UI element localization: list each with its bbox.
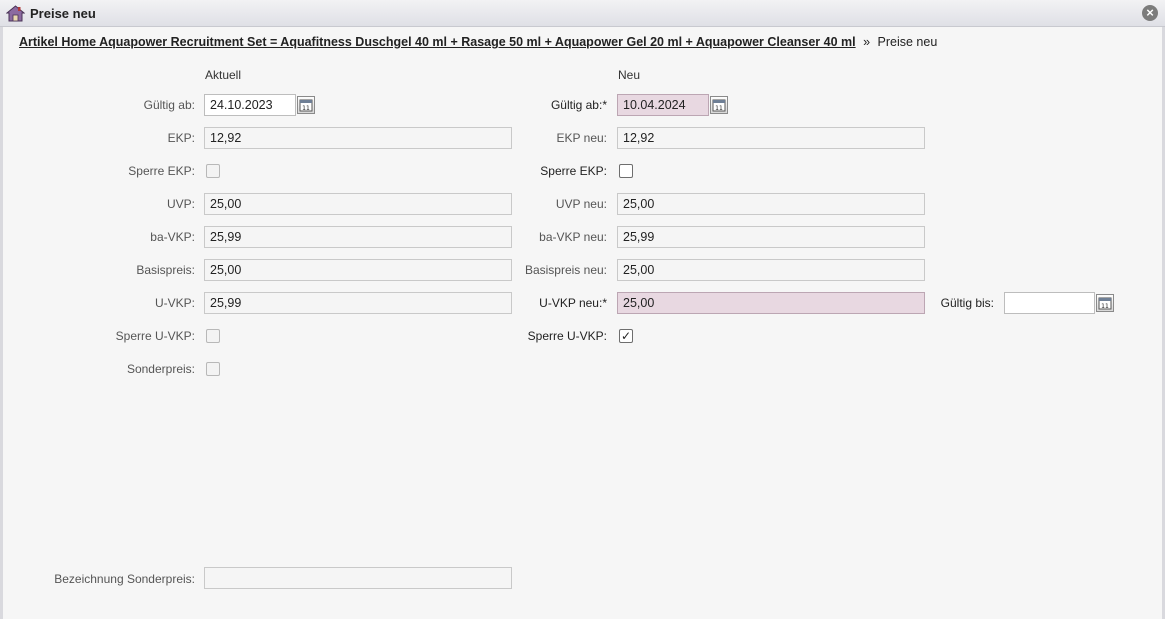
- new-basis-label: Basispreis neu:: [524, 263, 607, 277]
- breadcrumb-current: Preise neu: [877, 35, 938, 49]
- new-bavkp-field: 25,99: [617, 226, 925, 248]
- new-valid-from-field[interactable]: 10.04.2024: [617, 94, 709, 116]
- current-valid-from-field[interactable]: 24.10.2023: [204, 94, 296, 116]
- calendar-icon: 11: [1098, 297, 1112, 310]
- calendar-icon: 11: [299, 99, 313, 112]
- new-lock-uvkp-checkbox[interactable]: ✓: [619, 329, 633, 343]
- special-price-name-field: [204, 567, 512, 589]
- house-icon: [6, 5, 25, 22]
- new-ekp-field: 12,92: [617, 127, 925, 149]
- window-title: Preise neu: [30, 6, 96, 21]
- current-bavkp-label: ba-VKP:: [150, 230, 195, 244]
- valid-to-field[interactable]: [1004, 292, 1095, 314]
- current-uvkp-label: U-VKP:: [154, 296, 195, 310]
- current-uvp-label: UVP:: [166, 197, 195, 211]
- new-valid-from-label: Gültig ab:*: [550, 98, 607, 112]
- new-lock-uvkp-label: Sperre U-VKP:: [527, 329, 607, 343]
- new-bavkp-label: ba-VKP neu:: [539, 230, 607, 244]
- current-lock-ekp-label: Sperre EKP:: [128, 164, 195, 178]
- new-uvkp-field[interactable]: 25,00: [617, 292, 925, 314]
- new-lock-ekp-checkbox[interactable]: [619, 164, 633, 178]
- column-header-new: Neu: [618, 68, 641, 82]
- svg-text:11: 11: [1101, 303, 1109, 310]
- current-lock-uvkp-checkbox: [206, 329, 220, 343]
- current-ekp-label: EKP:: [167, 131, 195, 145]
- close-icon[interactable]: ×: [1142, 5, 1158, 21]
- window-titlebar: Preise neu ×: [0, 0, 1165, 27]
- current-lock-uvkp-label: Sperre U-VKP:: [115, 329, 195, 343]
- breadcrumb-article-link[interactable]: Artikel Home Aquapower Recruitment Set =…: [19, 35, 856, 49]
- window-frame-left: [0, 27, 3, 619]
- new-uvkp-label: U-VKP neu:*: [539, 296, 607, 310]
- calendar-icon: 11: [712, 99, 726, 112]
- checkmark-icon: ✓: [621, 329, 632, 343]
- current-special-price-label: Sonderpreis:: [126, 362, 195, 376]
- valid-to-label: Gültig bis:: [940, 296, 994, 310]
- new-valid-from-calendar-button[interactable]: 11: [710, 96, 728, 114]
- breadcrumb: Artikel Home Aquapower Recruitment Set =…: [19, 35, 937, 49]
- special-price-name-label: Bezeichnung Sonderpreis:: [54, 572, 195, 586]
- current-lock-ekp-checkbox: [206, 164, 220, 178]
- column-header-current: Aktuell: [205, 68, 242, 82]
- new-lock-ekp-label: Sperre EKP:: [540, 164, 607, 178]
- current-special-price-checkbox: [206, 362, 220, 376]
- svg-text:11: 11: [302, 105, 310, 112]
- new-ekp-label: EKP neu:: [556, 131, 607, 145]
- new-basis-field: 25,00: [617, 259, 925, 281]
- valid-to-calendar-button[interactable]: 11: [1096, 294, 1114, 312]
- breadcrumb-separator: »: [863, 35, 871, 49]
- new-uvp-label: UVP neu:: [555, 197, 607, 211]
- current-valid-from-calendar-button[interactable]: 11: [297, 96, 315, 114]
- current-basis-label: Basispreis:: [136, 263, 195, 277]
- current-valid-from-label: Gültig ab:: [143, 98, 195, 112]
- svg-text:11: 11: [715, 105, 723, 112]
- new-uvp-field: 25,00: [617, 193, 925, 215]
